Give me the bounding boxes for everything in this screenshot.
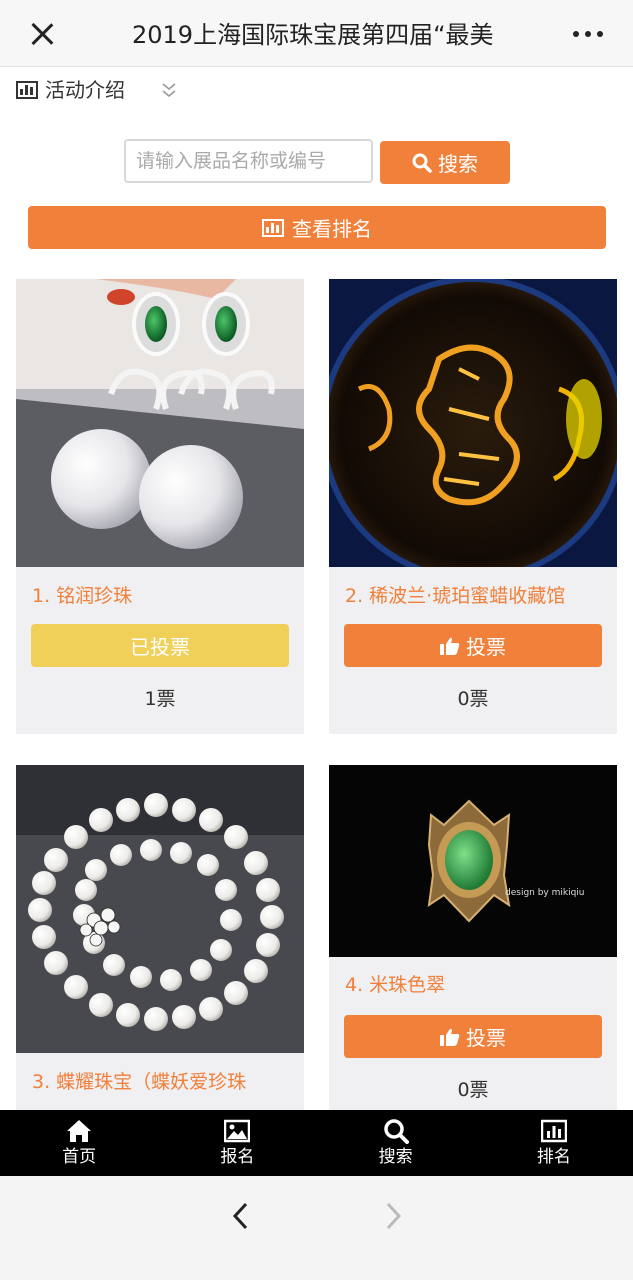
- back-arrow-icon[interactable]: [226, 1196, 256, 1236]
- browser-nav-bar: [0, 1176, 633, 1280]
- search-icon: [412, 153, 432, 173]
- voted-button[interactable]: 已投票: [31, 624, 289, 667]
- tab-signup[interactable]: 报名: [158, 1110, 316, 1176]
- view-ranking-label: 查看排名: [292, 217, 372, 241]
- home-icon: [67, 1120, 92, 1142]
- item-card: 2. 稀波兰·琥珀蜜蜡收藏馆 投票 0票: [329, 279, 617, 734]
- vote-count: 0票: [457, 688, 489, 710]
- top-bar: 2019上海国际珠宝展第四届“最美: [0, 0, 633, 67]
- bar-chart-icon: [262, 218, 284, 237]
- thumbs-up-icon: [440, 637, 460, 655]
- tab-label: 搜索: [378, 1147, 413, 1167]
- tab-label: 首页: [62, 1147, 97, 1167]
- view-ranking-button[interactable]: 查看排名: [28, 206, 606, 249]
- more-icon[interactable]: [573, 24, 609, 44]
- tab-ranking[interactable]: 排名: [475, 1110, 633, 1176]
- item-name: 3. 蝶耀珠宝（蝶妖爱珍珠: [32, 1071, 247, 1093]
- search-button[interactable]: 搜索: [380, 141, 510, 184]
- vote-button[interactable]: 投票: [344, 624, 602, 667]
- close-icon[interactable]: [22, 14, 62, 54]
- vote-button-label: 已投票: [130, 635, 190, 659]
- vote-count: 1票: [144, 688, 176, 710]
- bar-chart-icon: [540, 1119, 567, 1143]
- activity-intro-label: 活动介绍: [45, 78, 125, 102]
- vote-button[interactable]: 投票: [344, 1015, 602, 1058]
- chevron-down-icon[interactable]: [160, 80, 178, 100]
- item-photo-amber-dragon[interactable]: [329, 279, 617, 567]
- search-input[interactable]: [124, 139, 373, 183]
- vote-button-label: 投票: [466, 635, 506, 659]
- tab-label: 排名: [536, 1147, 571, 1167]
- search-icon: [383, 1119, 409, 1144]
- bar-chart-icon: [16, 81, 38, 99]
- vote-button-label: 投票: [466, 1026, 506, 1050]
- item-card: 1. 铭润珍珠 已投票 1票: [16, 279, 304, 734]
- item-name: 4. 米珠色翠: [345, 974, 446, 996]
- item-photo-pearl-earrings[interactable]: [16, 279, 304, 567]
- thumbs-up-icon: [440, 1028, 460, 1046]
- item-name: 2. 稀波兰·琥珀蜜蜡收藏馆: [345, 585, 566, 607]
- tab-label: 报名: [220, 1147, 255, 1167]
- tab-search[interactable]: 搜索: [317, 1110, 475, 1176]
- image-caption: design by mikiqiu: [505, 888, 585, 898]
- item-card: 3. 蝶耀珠宝（蝶妖爱珍珠: [16, 765, 304, 1110]
- search-button-label: 搜索: [438, 152, 478, 176]
- vote-count: 0票: [457, 1079, 489, 1101]
- item-name: 1. 铭润珍珠: [32, 585, 133, 607]
- tab-home[interactable]: 首页: [0, 1110, 158, 1176]
- item-card: design by mikiqiu 4. 米珠色翠 投票 0票: [329, 765, 617, 1110]
- page-title: 2019上海国际珠宝展第四届“最美: [132, 21, 494, 49]
- bottom-tab-bar: 首页 报名 搜索 排名: [0, 1110, 633, 1176]
- activity-intro-row[interactable]: 活动介绍: [0, 67, 633, 115]
- image-icon: [224, 1119, 251, 1143]
- forward-arrow-icon[interactable]: [378, 1196, 408, 1236]
- item-photo-jade-brooch[interactable]: design by mikiqiu: [329, 765, 617, 957]
- item-photo-pearl-necklace[interactable]: [16, 765, 304, 1053]
